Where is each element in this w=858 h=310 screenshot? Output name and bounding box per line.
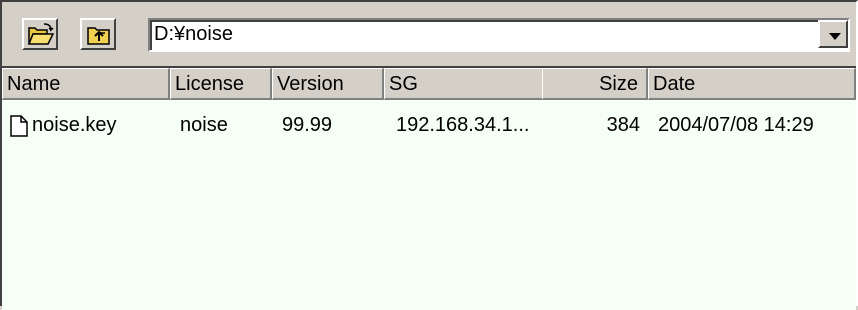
file-version: 99.99 (282, 114, 333, 136)
file-license: noise (180, 114, 228, 136)
path-combobox[interactable]: D:¥noise (148, 18, 850, 52)
file-name: noise.key (32, 114, 117, 136)
open-folder-icon (27, 23, 55, 45)
toolbar: D:¥noise (2, 2, 856, 66)
up-folder-button[interactable] (80, 18, 116, 50)
file-size: 384 (606, 114, 640, 136)
chevron-down-icon (829, 33, 841, 40)
open-folder-button[interactable] (22, 18, 58, 50)
up-folder-icon (87, 27, 110, 45)
path-dropdown-button[interactable] (818, 20, 848, 48)
column-header-date[interactable]: Date (648, 68, 856, 100)
column-header-version[interactable]: Version (272, 68, 384, 100)
file-sg: 192.168.34.1... (396, 114, 530, 136)
column-header-size[interactable]: Size (542, 68, 648, 100)
file-icon (10, 115, 28, 137)
file-date: 2004/07/08 14:29 (658, 114, 814, 136)
path-input[interactable]: D:¥noise (154, 23, 233, 46)
file-browser-window: D:¥noise Name License Version SG Size Da… (0, 0, 858, 310)
column-header-name[interactable]: Name (2, 68, 170, 100)
file-list[interactable]: Name License Version SG Size Date noise.… (2, 66, 856, 310)
column-header-license[interactable]: License (170, 68, 272, 100)
